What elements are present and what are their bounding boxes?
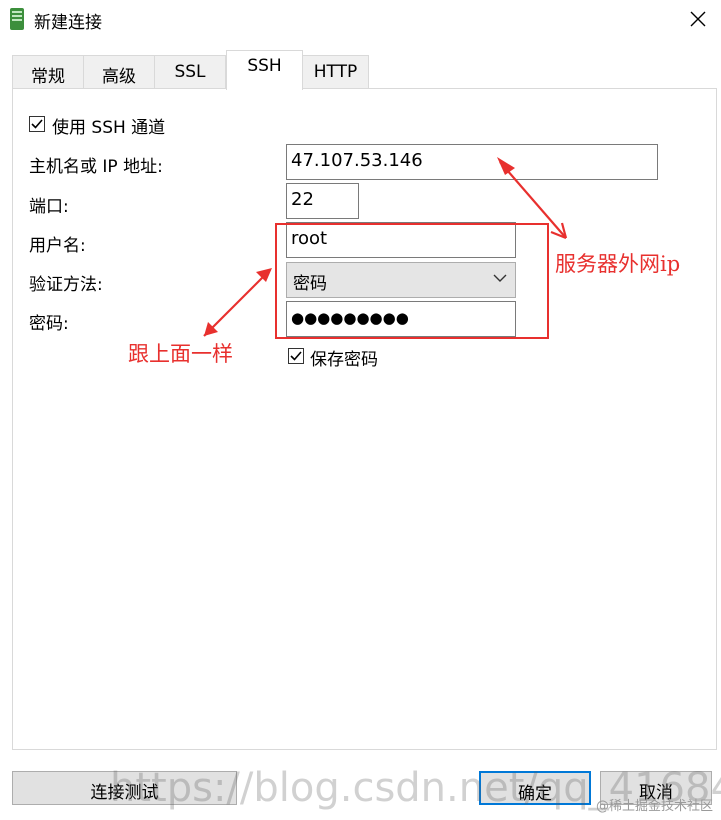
arrow-to-host-field — [497, 157, 568, 240]
annotation-arrows — [203, 157, 568, 337]
new-connection-dialog: 新建连接 常规 高级 SSL SSH HTTP 使用 SSH 通道 主机名或 I… — [0, 0, 721, 820]
tab-ssh[interactable]: SSH — [226, 50, 303, 90]
juejin-watermark: @稀土掘金技术社区 — [595, 799, 713, 814]
arrow-to-credentials — [203, 268, 272, 337]
